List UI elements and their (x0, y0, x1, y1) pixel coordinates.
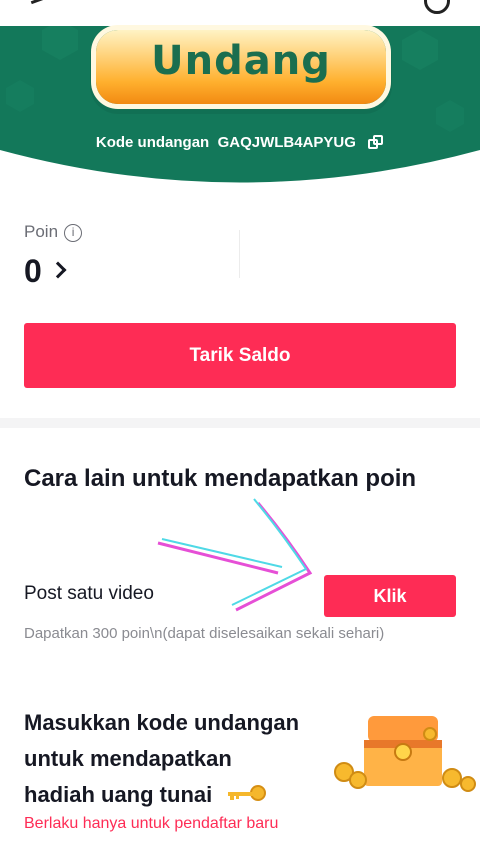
invite-code-label: Kode undangan (95, 134, 210, 151)
help-icon[interactable] (424, 0, 450, 14)
invite-button-label: Undang (151, 38, 331, 84)
task-click-button[interactable]: Klik (324, 575, 456, 617)
points-label-row: Poin i (24, 222, 83, 242)
points-label: Poin (24, 222, 59, 241)
divider (239, 230, 240, 278)
enter-invite-code-line1: Masukkan kode undangan (24, 710, 300, 735)
invite-hero-banner: Undang Kode undangan GAQJWLB4APYUG (0, 0, 480, 200)
invite-button[interactable]: Undang (96, 30, 386, 104)
key-icon (228, 785, 267, 801)
chevron-right-icon (49, 261, 67, 279)
treasure-chest-icon (334, 716, 476, 792)
enter-invite-code-title: Masukkan kode undangan untuk mendapatkan… (24, 705, 344, 813)
pointer-arrow-icon (157, 498, 313, 612)
invite-code-row: Kode undangan GAQJWLB4APYUG (0, 134, 480, 151)
invite-code-value: GAQJWLB4APYUG (217, 134, 356, 151)
enter-invite-code-line2: untuk mendapatkan (24, 746, 232, 771)
copy-icon[interactable] (368, 135, 384, 149)
withdraw-button[interactable]: Tarik Saldo (24, 323, 456, 388)
back-icon[interactable] (29, 0, 45, 5)
points-value-link[interactable]: 0 (24, 253, 67, 290)
top-bar (0, 0, 480, 26)
info-icon[interactable]: i (64, 224, 83, 242)
other-ways-title: Cara lain untuk mendapatkan poin (24, 465, 417, 492)
enter-invite-code-line3-text: hadiah uang tunai (24, 782, 213, 807)
new-user-note: Berlaku hanya untuk pendaftar baru (24, 815, 279, 832)
task-post-video-label: Post satu video (24, 583, 154, 604)
enter-invite-code-line3: hadiah uang tunai (24, 777, 344, 813)
task-description: Dapatkan 300 poin\n(dapat diselesaikan s… (24, 625, 385, 642)
points-value: 0 (24, 253, 42, 289)
section-separator (0, 418, 480, 428)
